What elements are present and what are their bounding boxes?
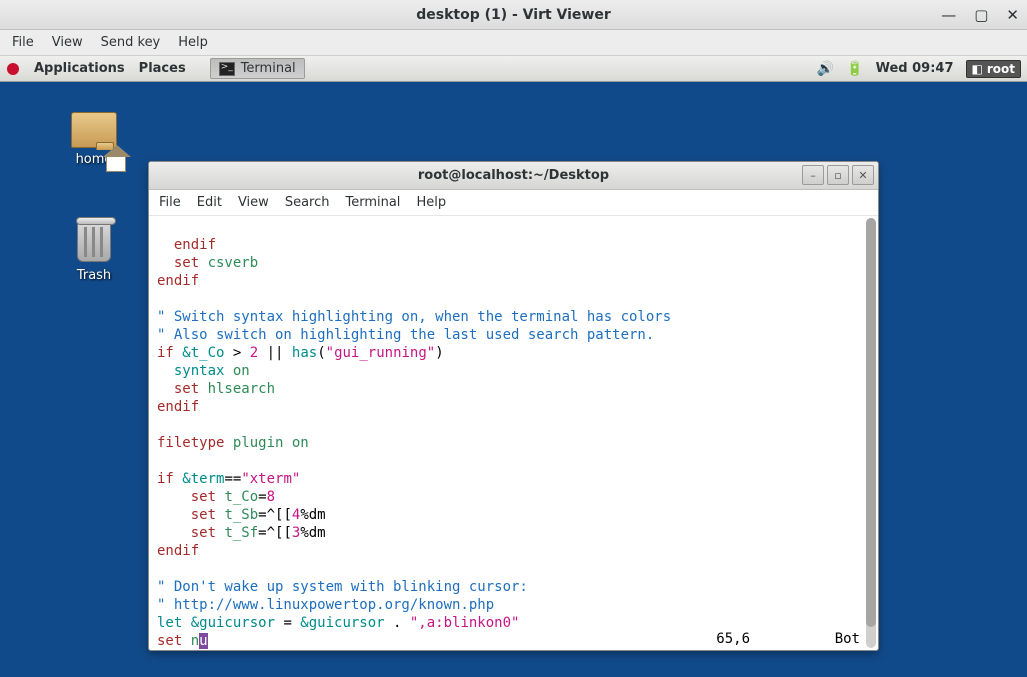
code-token: &term xyxy=(182,471,224,487)
code-token: ) xyxy=(435,345,443,361)
term-menu-help[interactable]: Help xyxy=(416,195,446,210)
terminal-body[interactable]: endif set csverb endif " Switch syntax h… xyxy=(149,216,878,650)
code-token: filetype xyxy=(157,435,233,451)
desktop-icon-home[interactable]: home xyxy=(54,112,134,167)
terminal-window: root@localhost:~/Desktop – ▫ ✕ File Edit… xyxy=(148,161,879,651)
virt-viewer-titlebar: desktop (1) - Virt Viewer — ▢ ✕ xyxy=(0,0,1027,30)
places-menu[interactable]: Places xyxy=(139,61,186,76)
user-badge-icon: ◧ xyxy=(972,62,983,76)
user-menu[interactable]: ◧ root xyxy=(966,60,1022,78)
code-token: endif xyxy=(157,273,199,289)
code-comment: " Also switch on highlighting the last u… xyxy=(157,327,654,343)
taskbar-item-label: Terminal xyxy=(241,61,296,76)
window-minimize-button[interactable]: — xyxy=(941,6,956,24)
code-comment: " Switch syntax highlighting on, when th… xyxy=(157,309,671,325)
code-token: if xyxy=(157,345,182,361)
outer-menu-sendkey[interactable]: Send key xyxy=(101,35,161,50)
code-token: = xyxy=(283,615,300,631)
outer-menu-file[interactable]: File xyxy=(12,35,34,50)
code-comment: " Don't wake up system with blinking cur… xyxy=(157,579,528,595)
outer-menu-help[interactable]: Help xyxy=(178,35,208,50)
virt-viewer-title: desktop (1) - Virt Viewer xyxy=(416,7,611,23)
code-token: on xyxy=(292,435,309,451)
terminal-menubar: File Edit View Search Terminal Help xyxy=(149,190,878,216)
code-token: &t_Co xyxy=(182,345,224,361)
term-menu-terminal[interactable]: Terminal xyxy=(345,195,400,210)
gnome-top-panel: Applications Places Terminal 🔊 🔋 Wed 09:… xyxy=(0,56,1027,82)
code-token: endif xyxy=(157,399,199,415)
outer-menu-view[interactable]: View xyxy=(52,35,83,50)
code-token: set xyxy=(157,489,224,505)
terminal-title: root@localhost:~/Desktop xyxy=(418,168,609,183)
code-token: || xyxy=(258,345,292,361)
code-token: t_Co xyxy=(224,489,258,505)
code-token: let xyxy=(157,615,191,631)
code-token: has xyxy=(292,345,317,361)
terminal-titlebar[interactable]: root@localhost:~/Desktop – ▫ ✕ xyxy=(149,162,878,190)
code-token: 8 xyxy=(267,489,275,505)
terminal-minimize-button[interactable]: – xyxy=(802,165,824,185)
terminal-icon xyxy=(219,62,235,76)
code-comment: " http://www.linuxpowertop.org/known.php xyxy=(157,597,494,613)
code-token: t_Sf xyxy=(224,525,258,541)
code-token: if xyxy=(157,471,182,487)
code-token: %dm xyxy=(300,507,325,523)
guest-desktop[interactable]: home Trash root@localhost:~/Desktop – ▫ … xyxy=(0,82,1027,677)
code-token: endif xyxy=(157,237,216,253)
terminal-close-button[interactable]: ✕ xyxy=(852,165,874,185)
code-token: t_Sb xyxy=(224,507,258,523)
scrollbar-thumb[interactable] xyxy=(866,218,876,627)
virt-viewer-menubar: File View Send key Help xyxy=(0,30,1027,56)
term-menu-edit[interactable]: Edit xyxy=(197,195,222,210)
code-token: 2 xyxy=(250,345,258,361)
code-token: "xterm" xyxy=(241,471,300,487)
code-token: > xyxy=(224,345,249,361)
user-name: root xyxy=(987,62,1015,76)
code-token: %dm xyxy=(300,525,325,541)
trash-icon xyxy=(77,222,111,262)
code-token: &guicursor xyxy=(300,615,393,631)
code-token: set xyxy=(157,525,224,541)
terminal-maximize-button[interactable]: ▫ xyxy=(827,165,849,185)
terminal-scrollbar[interactable] xyxy=(866,218,876,648)
code-token: on xyxy=(233,363,250,379)
code-token: . xyxy=(393,615,410,631)
folder-home-icon xyxy=(54,112,134,148)
term-menu-search[interactable]: Search xyxy=(285,195,330,210)
clock[interactable]: Wed 09:47 xyxy=(876,61,954,76)
code-token: ( xyxy=(317,345,325,361)
battery-icon[interactable]: 🔋 xyxy=(846,61,863,77)
desktop-icon-label: Trash xyxy=(77,268,111,283)
code-token: =^[[ xyxy=(258,525,292,541)
window-maximize-button[interactable]: ▢ xyxy=(974,6,988,24)
code-token: hlsearch xyxy=(208,381,275,397)
code-token: syntax xyxy=(157,363,233,379)
taskbar-item-terminal[interactable]: Terminal xyxy=(210,58,305,79)
code-token: plugin xyxy=(233,435,292,451)
term-menu-view[interactable]: View xyxy=(238,195,269,210)
applications-menu[interactable]: Applications xyxy=(34,61,125,76)
code-token: = xyxy=(258,489,266,505)
code-token: set xyxy=(157,255,208,271)
code-token: =^[[ xyxy=(258,507,292,523)
vim-cursor-position: 65,6 xyxy=(716,630,750,648)
vim-status-line: 65,6 Bot xyxy=(157,630,860,648)
code-token: &guicursor xyxy=(191,615,284,631)
desktop-icon-trash[interactable]: Trash xyxy=(54,222,134,283)
code-token: "gui_running" xyxy=(326,345,436,361)
code-token: endif xyxy=(157,543,199,559)
distro-logo-icon xyxy=(6,62,20,76)
vim-scroll-position: Bot xyxy=(835,630,860,648)
code-token: set xyxy=(157,507,224,523)
code-token: csverb xyxy=(208,255,259,271)
code-token: set xyxy=(157,381,208,397)
window-close-button[interactable]: ✕ xyxy=(1006,6,1019,24)
code-token: ",a:blinkon0" xyxy=(410,615,520,631)
code-token: == xyxy=(224,471,241,487)
volume-icon[interactable]: 🔊 xyxy=(817,61,834,77)
term-menu-file[interactable]: File xyxy=(159,195,181,210)
